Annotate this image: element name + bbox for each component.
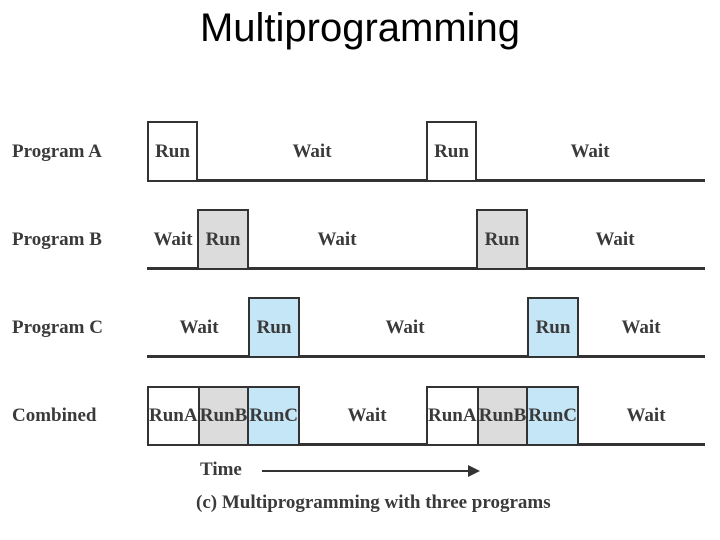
program-c-run-1: Run [248,297,300,356]
program-b-run-2: Run [476,209,528,268]
combined-run-group-1: Run A Run B Run C [147,386,300,444]
program-b-wait-3: Wait [595,229,635,250]
time-arrow-line [262,470,470,472]
time-axis-label: Time [200,459,242,480]
row-label-program-c: Program C [12,317,103,338]
combined-run-c-2: Run C [528,388,577,444]
combined-wait-2: Wait [626,405,666,426]
combined-run-b-1: Run B [199,388,250,444]
combined-wait-1: Wait [347,405,387,426]
combined-run-a-2: Run A [428,388,479,444]
combined-run-a-1: Run A [149,388,200,444]
program-c-timeline [147,355,705,358]
program-a-run-2: Run [426,121,477,180]
slide-title: Multiprogramming [199,6,521,50]
program-c-run-2: Run [527,297,579,356]
program-a-wait-1: Wait [292,141,332,162]
row-label-program-b: Program B [12,229,102,250]
program-a-wait-2: Wait [570,141,610,162]
program-b-run-1: Run [197,209,249,268]
program-c-wait-2: Wait [385,317,425,338]
figure-caption: (c) Multiprogramming with three programs [196,492,551,513]
program-a-run-1: Run [147,121,198,180]
program-c-wait-1: Wait [179,317,219,338]
program-c-wait-3: Wait [621,317,661,338]
program-b-wait-1: Wait [153,229,193,250]
row-label-combined: Combined [12,405,97,426]
program-b-wait-2: Wait [317,229,357,250]
combined-run-b-2: Run B [478,388,529,444]
combined-run-c-1: Run C [249,388,298,444]
row-label-program-a: Program A [12,141,102,162]
arrow-right-icon [468,465,480,477]
combined-run-group-2: Run A Run B Run C [426,386,579,444]
